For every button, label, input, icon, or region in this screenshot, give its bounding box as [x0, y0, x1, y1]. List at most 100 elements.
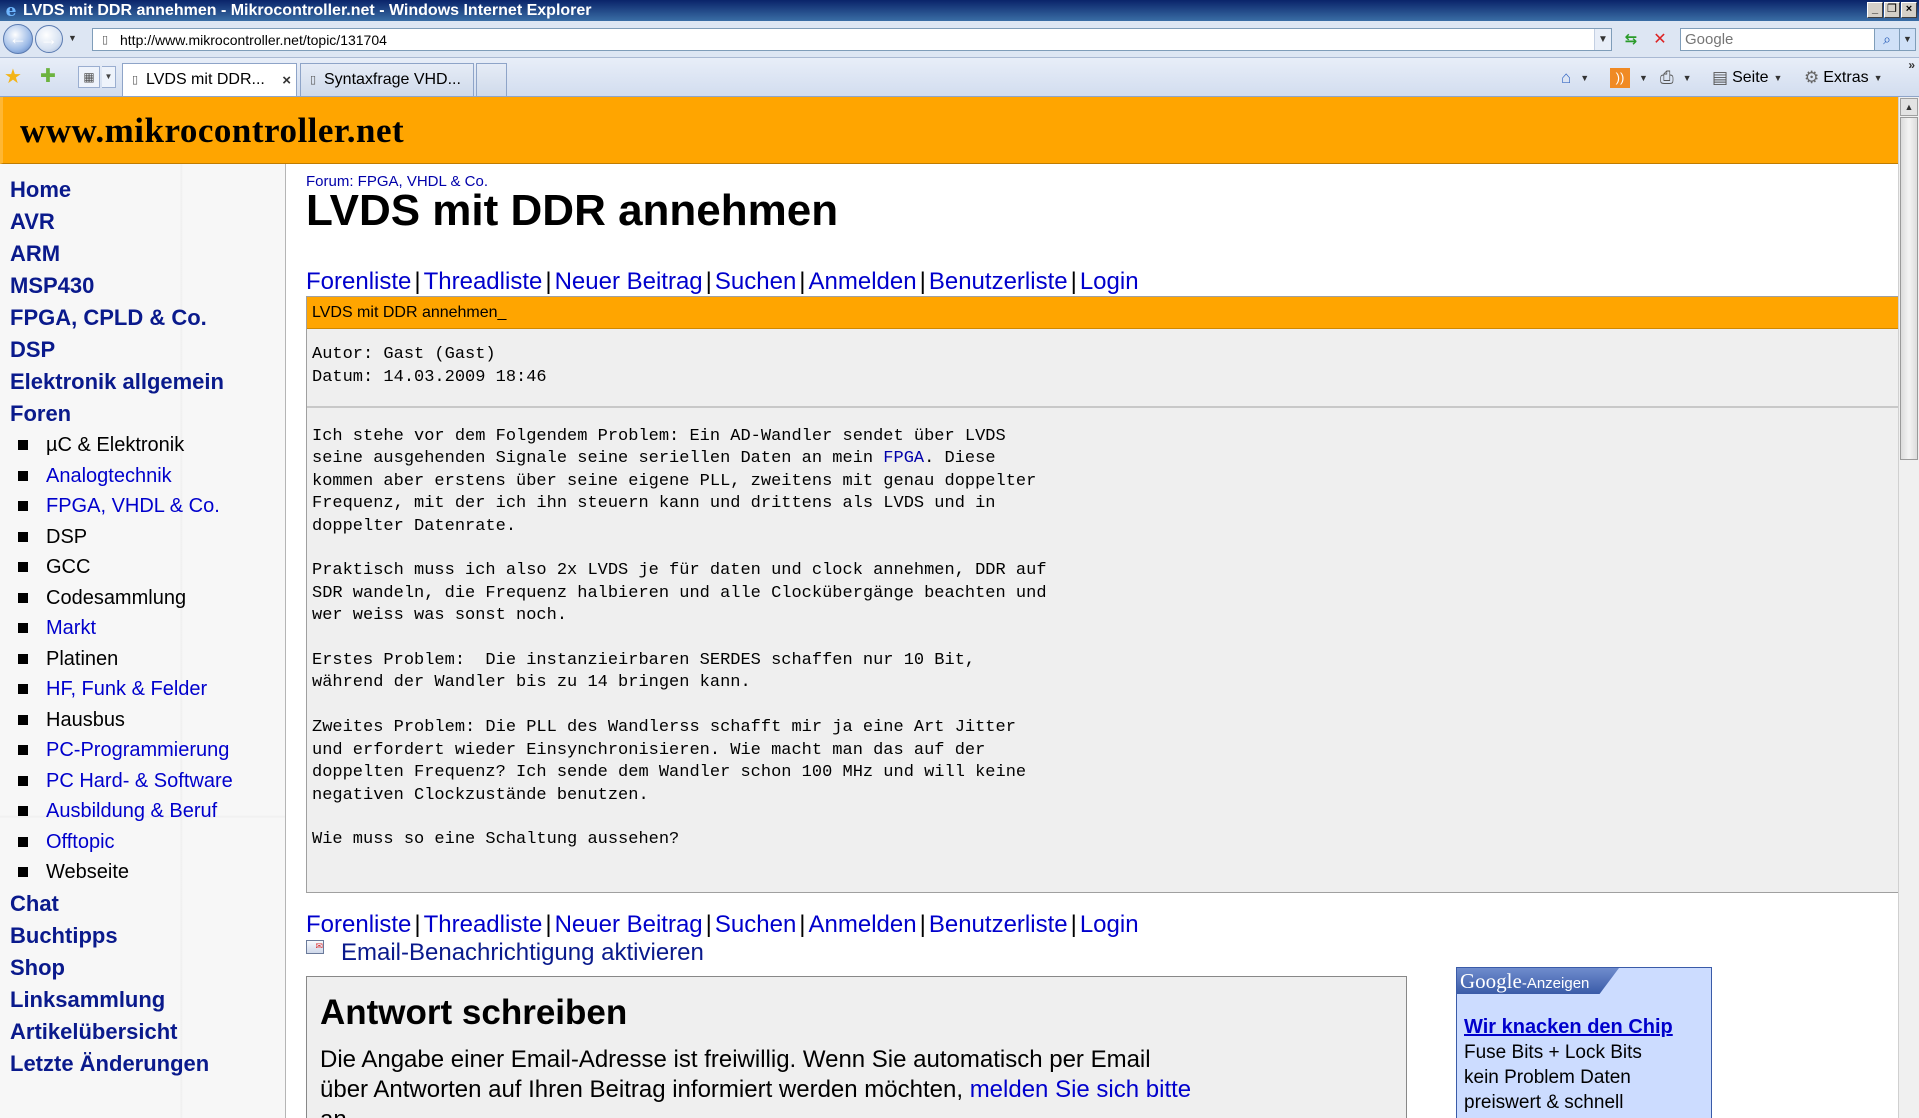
separator: |	[919, 268, 926, 295]
feeds-button[interactable]: )) ▼	[1610, 66, 1648, 90]
link-forenliste[interactable]: Forenliste	[306, 911, 411, 938]
forum-item-platinen[interactable]: Platinen	[10, 644, 233, 675]
forum-item-uc-elektronik[interactable]: µC & Elektronik	[10, 430, 233, 461]
favorites-star-icon[interactable]: ★	[4, 67, 22, 87]
scroll-up-arrow-icon[interactable]: ▲	[1900, 98, 1918, 116]
forum-list: µC & Elektronik Analogtechnik FPGA, VHDL…	[10, 430, 233, 888]
add-favorite-icon[interactable]: ✚	[40, 67, 56, 87]
separator: |	[799, 911, 806, 938]
stop-button[interactable]: ✕	[1648, 29, 1672, 51]
tab-lvds[interactable]: ▯ LVDS mit DDR... ×	[122, 63, 297, 96]
url-input[interactable]	[120, 31, 1594, 48]
search-options-dropdown-icon[interactable]: ▼	[1900, 28, 1916, 51]
bullet-icon	[18, 470, 28, 481]
link-neuer-beitrag[interactable]: Neuer Beitrag	[555, 911, 703, 938]
scrollbar-thumb[interactable]	[1900, 117, 1918, 460]
forum-item-gcc[interactable]: GCC	[10, 552, 233, 583]
forum-item-pc-programmierung[interactable]: PC-Programmierung	[10, 735, 233, 766]
history-dropdown-icon[interactable]: ▼	[68, 33, 78, 43]
feeds-dropdown-icon[interactable]: ▼	[1639, 73, 1648, 83]
new-tab-button[interactable]	[476, 63, 507, 96]
sidebar-link-avr[interactable]: AVR	[10, 206, 233, 238]
home-dropdown-icon[interactable]: ▼	[1580, 73, 1589, 83]
reply-box: Antwort schreiben Die Angabe einer Email…	[306, 976, 1407, 1118]
forum-item-hf-funk[interactable]: HF, Funk & Felder	[10, 674, 233, 705]
link-threadliste[interactable]: Threadliste	[424, 268, 543, 295]
site-title[interactable]: www.mikrocontroller.net	[20, 111, 404, 151]
tab-list-dropdown-icon[interactable]: ▼	[102, 66, 116, 88]
more-commands-chevron-icon[interactable]: »	[1908, 58, 1915, 72]
restore-button[interactable]: ❐	[1884, 2, 1900, 18]
sidebar-link-foren[interactable]: Foren	[10, 398, 233, 430]
ad-text-line: preiswert & schnell	[1464, 1092, 1624, 1113]
printer-icon: ⎙	[1660, 68, 1674, 87]
sidebar-link-buchtipps[interactable]: Buchtipps	[10, 920, 233, 952]
ad-headline-link[interactable]: Wir knacken den Chip	[1464, 1016, 1673, 1039]
link-benutzerliste[interactable]: Benutzerliste	[929, 911, 1068, 938]
link-benutzerliste[interactable]: Benutzerliste	[929, 268, 1068, 295]
sidebar-link-linksammlung[interactable]: Linksammlung	[10, 984, 233, 1016]
forum-item-codesammlung[interactable]: Codesammlung	[10, 583, 233, 614]
link-login[interactable]: Login	[1080, 268, 1139, 295]
sidebar-link-letzte-aenderungen[interactable]: Letzte Änderungen	[10, 1048, 233, 1080]
reply-title: Antwort schreiben	[320, 993, 628, 1032]
quick-tabs-button[interactable]: ▦	[78, 66, 100, 88]
separator: |	[545, 911, 552, 938]
bullet-icon	[18, 745, 28, 756]
forum-item-ausbildung[interactable]: Ausbildung & Beruf	[10, 796, 233, 827]
login-prompt-link[interactable]: melden Sie sich bitte	[970, 1076, 1191, 1103]
link-anmelden[interactable]: Anmelden	[809, 268, 917, 295]
print-button[interactable]: ⎙ ▼	[1660, 66, 1692, 90]
bullet-icon	[18, 440, 28, 451]
close-window-button[interactable]: ×	[1901, 2, 1917, 18]
forum-item-pc-hardware[interactable]: PC Hard- & Software	[10, 766, 233, 797]
forum-item-fpga-vhdl[interactable]: FPGA, VHDL & Co.	[10, 491, 233, 522]
fpga-link[interactable]: FPGA	[883, 449, 924, 468]
vertical-scrollbar[interactable]: ▲	[1898, 97, 1919, 1118]
link-suchen[interactable]: Suchen	[715, 911, 796, 938]
forum-item-offtopic[interactable]: Offtopic	[10, 827, 233, 858]
link-suchen[interactable]: Suchen	[715, 268, 796, 295]
sidebar-link-home[interactable]: Home	[10, 174, 233, 206]
tab-syntaxfrage[interactable]: ▯ Syntaxfrage VHD...	[300, 63, 474, 96]
forum-item-webseite[interactable]: Webseite	[10, 857, 233, 888]
link-threadliste[interactable]: Threadliste	[424, 911, 543, 938]
sidebar-link-artikeluebersicht[interactable]: Artikelübersicht	[10, 1016, 233, 1048]
home-button[interactable]: ⌂ ▼	[1561, 66, 1589, 90]
bullet-icon	[18, 653, 28, 664]
link-neuer-beitrag[interactable]: Neuer Beitrag	[555, 268, 703, 295]
thread-links-bottom: Forenliste | Threadliste | Neuer Beitrag | Suc…	[306, 911, 1139, 939]
sidebar-link-chat[interactable]: Chat	[10, 888, 233, 920]
link-login[interactable]: Login	[1080, 911, 1139, 938]
sidebar-link-elektronik[interactable]: Elektronik allgemein	[10, 366, 233, 398]
search-field	[1680, 28, 1878, 51]
mail-icon: ✉	[306, 940, 324, 954]
print-dropdown-icon[interactable]: ▼	[1683, 73, 1692, 83]
sidebar-link-fpga-cpld[interactable]: FPGA, CPLD & Co.	[10, 302, 233, 334]
back-button[interactable]: ←	[3, 24, 33, 54]
tools-menu-button[interactable]: ⚙ Extras ▼	[1804, 66, 1883, 90]
forward-button[interactable]: →	[35, 25, 63, 53]
sidebar-link-shop[interactable]: Shop	[10, 952, 233, 984]
close-tab-icon[interactable]: ×	[282, 72, 291, 89]
email-notify-link[interactable]: Email-Benachrichtigung aktivieren	[341, 939, 704, 967]
sidebar-link-arm[interactable]: ARM	[10, 238, 233, 270]
forum-item-markt[interactable]: Markt	[10, 613, 233, 644]
search-button[interactable]: ⌕	[1874, 28, 1900, 51]
refresh-button[interactable]: ⇆	[1619, 29, 1643, 51]
link-anmelden[interactable]: Anmelden	[809, 911, 917, 938]
link-forenliste[interactable]: Forenliste	[306, 268, 411, 295]
google-ads-label[interactable]: Google-Anzeigen	[1457, 968, 1619, 994]
gear-icon: ⚙	[1804, 68, 1820, 87]
page-menu-button[interactable]: ▤ Seite ▼	[1712, 66, 1782, 90]
ad-text-line: Fuse Bits + Lock Bits	[1464, 1042, 1642, 1063]
sidebar-link-dsp[interactable]: DSP	[10, 334, 233, 366]
forum-item-analogtechnik[interactable]: Analogtechnik	[10, 461, 233, 492]
sidebar-link-msp430[interactable]: MSP430	[10, 270, 233, 302]
forum-item-hausbus[interactable]: Hausbus	[10, 705, 233, 736]
email-notify-row: ✉ Email-Benachrichtigung aktivieren	[306, 939, 704, 967]
address-dropdown-icon[interactable]: ▼	[1594, 29, 1611, 50]
minimize-button[interactable]: _	[1867, 2, 1883, 18]
forum-item-dsp[interactable]: DSP	[10, 522, 233, 553]
search-input[interactable]	[1681, 29, 1877, 50]
